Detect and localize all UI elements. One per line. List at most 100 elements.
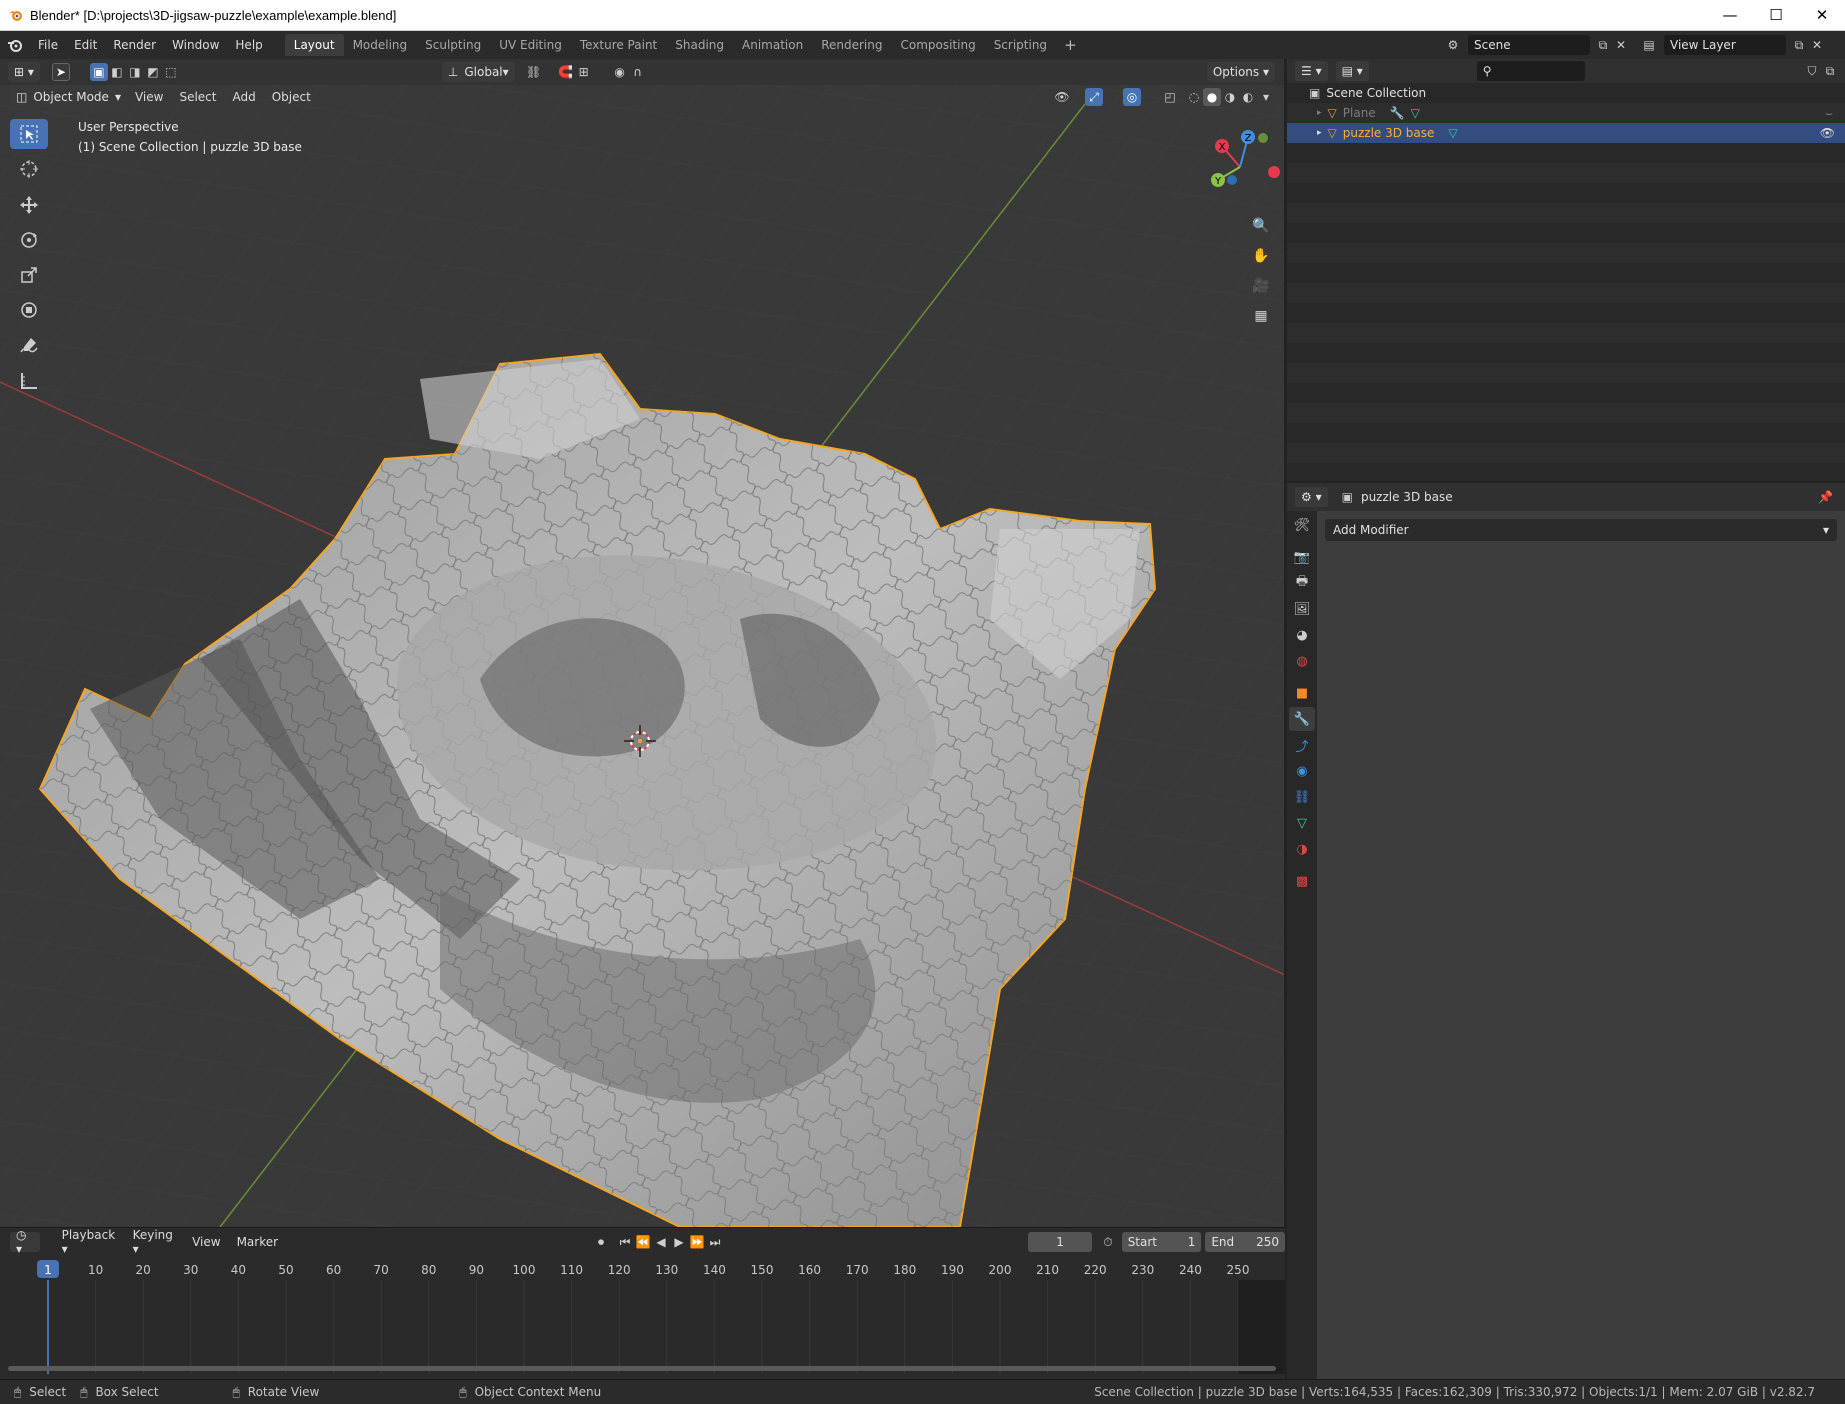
tab-sculpting[interactable]: Sculpting: [416, 34, 490, 56]
display-mode-button[interactable]: ▤ ▾: [1335, 61, 1369, 81]
scale-tool-icon[interactable]: [10, 260, 48, 290]
mesh-data-icon[interactable]: ▽: [1448, 126, 1457, 140]
material-shading-icon[interactable]: ◑: [1221, 88, 1239, 106]
select-mode-new-icon[interactable]: ▣: [89, 63, 108, 81]
transform-tool-icon[interactable]: [10, 295, 48, 325]
tab-animation[interactable]: Animation: [733, 34, 812, 56]
modifier-tab-icon[interactable]: 🔧: [1289, 707, 1315, 731]
pivot-point-icon[interactable]: ⛓: [525, 63, 543, 81]
close-window-button[interactable]: ✕: [1799, 0, 1845, 31]
object-data-tab-icon[interactable]: ▽: [1289, 811, 1315, 835]
blender-menu-icon[interactable]: [0, 31, 30, 59]
jump-to-start-icon[interactable]: ⏮: [616, 1233, 634, 1251]
viewport-menu-add[interactable]: Add: [224, 90, 263, 104]
timeline-keyframe-area[interactable]: [0, 1280, 1285, 1374]
3d-viewport[interactable]: ⊞ ▾ ➤ ▣ ◧ ◨ ◩ ⬚ ⊥ Global ▾ ⛓ 🧲 ⊞ ◉ ∩ Opt…: [0, 59, 1285, 1227]
timeline-editor-type-button[interactable]: ◷ ▾: [10, 1228, 40, 1256]
scene-name-field[interactable]: Scene: [1468, 35, 1590, 55]
zoom-view-icon[interactable]: 🔍: [1248, 213, 1274, 239]
view-layer-tab-icon[interactable]: 🖼: [1289, 597, 1315, 621]
rendered-shading-icon[interactable]: ◐: [1239, 88, 1257, 106]
object-mode-select[interactable]: ◫ Object Mode ▾: [10, 87, 127, 107]
constraints-tab-icon[interactable]: ⛓: [1289, 785, 1315, 809]
physics-tab-icon[interactable]: ◉: [1289, 759, 1315, 783]
new-scene-icon[interactable]: ⧉: [1594, 36, 1612, 54]
gizmo-neg-x-axis[interactable]: [1268, 166, 1280, 178]
overlay-toggle-icon[interactable]: ◎: [1123, 88, 1141, 106]
rotate-tool-icon[interactable]: [10, 225, 48, 255]
play-reverse-icon[interactable]: ◀: [652, 1233, 670, 1251]
jump-to-next-keyframe-icon[interactable]: ⏩: [688, 1233, 706, 1251]
view-layer-browse-icon[interactable]: ▤: [1640, 36, 1658, 54]
properties-editor-type-button[interactable]: ⚙ ▾: [1295, 487, 1328, 507]
add-modifier-dropdown[interactable]: Add Modifier ▾: [1325, 519, 1837, 541]
falloff-icon[interactable]: ∩: [629, 63, 647, 81]
solid-shading-icon[interactable]: ●: [1203, 88, 1221, 106]
menu-render[interactable]: Render: [105, 31, 164, 59]
tool-settings-tab-icon[interactable]: 🛠: [1289, 513, 1315, 537]
select-tweak-icon[interactable]: ➤: [51, 63, 70, 81]
end-frame-field[interactable]: End 250: [1205, 1232, 1285, 1252]
expand-arrow-icon[interactable]: ▸: [1317, 108, 1322, 118]
menu-help[interactable]: Help: [227, 31, 270, 59]
world-tab-icon[interactable]: ◍: [1289, 649, 1315, 673]
expand-arrow-icon[interactable]: ▸: [1317, 128, 1322, 138]
timeline-menu-view[interactable]: View: [184, 1235, 228, 1249]
hidden-eye-icon[interactable]: ⌣: [1825, 106, 1833, 121]
navigation-gizmo[interactable]: X Z Y: [1200, 127, 1280, 207]
menu-window[interactable]: Window: [164, 31, 227, 59]
particles-tab-icon[interactable]: ⤴: [1289, 733, 1315, 757]
new-collection-icon[interactable]: ⧉: [1821, 62, 1839, 80]
tab-scripting[interactable]: Scripting: [985, 34, 1056, 56]
mesh-data-icon[interactable]: ▽: [1411, 106, 1420, 120]
outliner-item-plane[interactable]: ▸ ▽ Plane 🔧 ▽ ⌣: [1287, 103, 1845, 123]
jump-to-end-icon[interactable]: ⏭: [706, 1233, 724, 1251]
select-mode-invert-icon[interactable]: ◩: [144, 63, 162, 81]
perspective-toggle-icon[interactable]: ▦: [1248, 303, 1274, 329]
scene-tab-icon[interactable]: ◕: [1289, 623, 1315, 647]
tab-layout[interactable]: Layout: [284, 34, 344, 56]
options-dropdown[interactable]: Options ▾: [1206, 62, 1275, 82]
proportional-edit-icon[interactable]: ◉: [611, 63, 629, 81]
preview-range-icon[interactable]: ⏱: [1100, 1233, 1116, 1251]
select-mode-extend-icon[interactable]: ◧: [108, 63, 126, 81]
visibility-icon[interactable]: 👁: [1053, 88, 1071, 106]
outliner-scene-collection[interactable]: ▣ Scene Collection: [1287, 83, 1845, 103]
scene-browse-icon[interactable]: ⚙: [1444, 36, 1462, 54]
menu-file[interactable]: File: [30, 31, 66, 59]
gizmo-neg-y-axis[interactable]: [1258, 133, 1268, 143]
timeline-editor[interactable]: ◷ ▾ Playback ▾ Keying ▾ View Marker ⏺ ⏮ …: [0, 1227, 1285, 1379]
minimize-button[interactable]: —: [1707, 0, 1753, 31]
gizmo-neg-z-axis[interactable]: [1227, 175, 1237, 185]
delete-view-layer-icon[interactable]: ✕: [1808, 36, 1826, 54]
start-frame-field[interactable]: Start 1: [1121, 1232, 1202, 1252]
viewport-menu-select[interactable]: Select: [171, 90, 224, 104]
shading-options-icon[interactable]: ▾: [1257, 88, 1275, 106]
transform-orientation-select[interactable]: ⊥ Global ▾: [441, 62, 515, 82]
viewport-menu-object[interactable]: Object: [264, 90, 319, 104]
viewport-scene[interactable]: [0, 59, 1285, 1227]
select-mode-intersect-icon[interactable]: ⬚: [162, 63, 180, 81]
viewport-menu-view[interactable]: View: [127, 90, 171, 104]
modifier-wrench-icon[interactable]: 🔧: [1390, 106, 1405, 120]
outliner-search-input[interactable]: ⚲: [1476, 61, 1585, 81]
tab-shading[interactable]: Shading: [666, 34, 733, 56]
new-view-layer-icon[interactable]: ⧉: [1790, 36, 1808, 54]
tab-texture-paint[interactable]: Texture Paint: [571, 34, 666, 56]
outliner-filter-icon[interactable]: ⛉: [1803, 62, 1821, 80]
annotate-tool-icon[interactable]: [10, 331, 48, 361]
outliner-editor-type-button[interactable]: ☰ ▾: [1295, 61, 1328, 81]
texture-tab-icon[interactable]: ▩: [1289, 869, 1315, 893]
outliner-editor[interactable]: ☰ ▾ ▤ ▾ ⚲ ⛉ ⧉ ▣ Scene Collection ▸ ▽ Pla…: [1287, 59, 1845, 481]
snap-target-icon[interactable]: ⊞: [575, 63, 593, 81]
pan-view-icon[interactable]: ✋: [1248, 243, 1274, 269]
timeline-menu-keying[interactable]: Keying ▾: [125, 1228, 185, 1256]
maximize-button[interactable]: ☐: [1753, 0, 1799, 31]
wireframe-shading-icon[interactable]: ◌: [1185, 88, 1203, 106]
timeline-scrollbar[interactable]: [8, 1366, 1276, 1371]
view-layer-name-field[interactable]: View Layer: [1664, 35, 1786, 55]
object-tab-icon[interactable]: ■: [1289, 681, 1315, 705]
gizmo-toggle-icon[interactable]: ⤢: [1085, 88, 1103, 106]
editor-type-button[interactable]: ⊞ ▾: [8, 62, 40, 82]
timeline-ruler[interactable]: 1 10 20 30 40 50 60 70 80 90 100 110 120 130 140 150 160…: [0, 1258, 1285, 1280]
